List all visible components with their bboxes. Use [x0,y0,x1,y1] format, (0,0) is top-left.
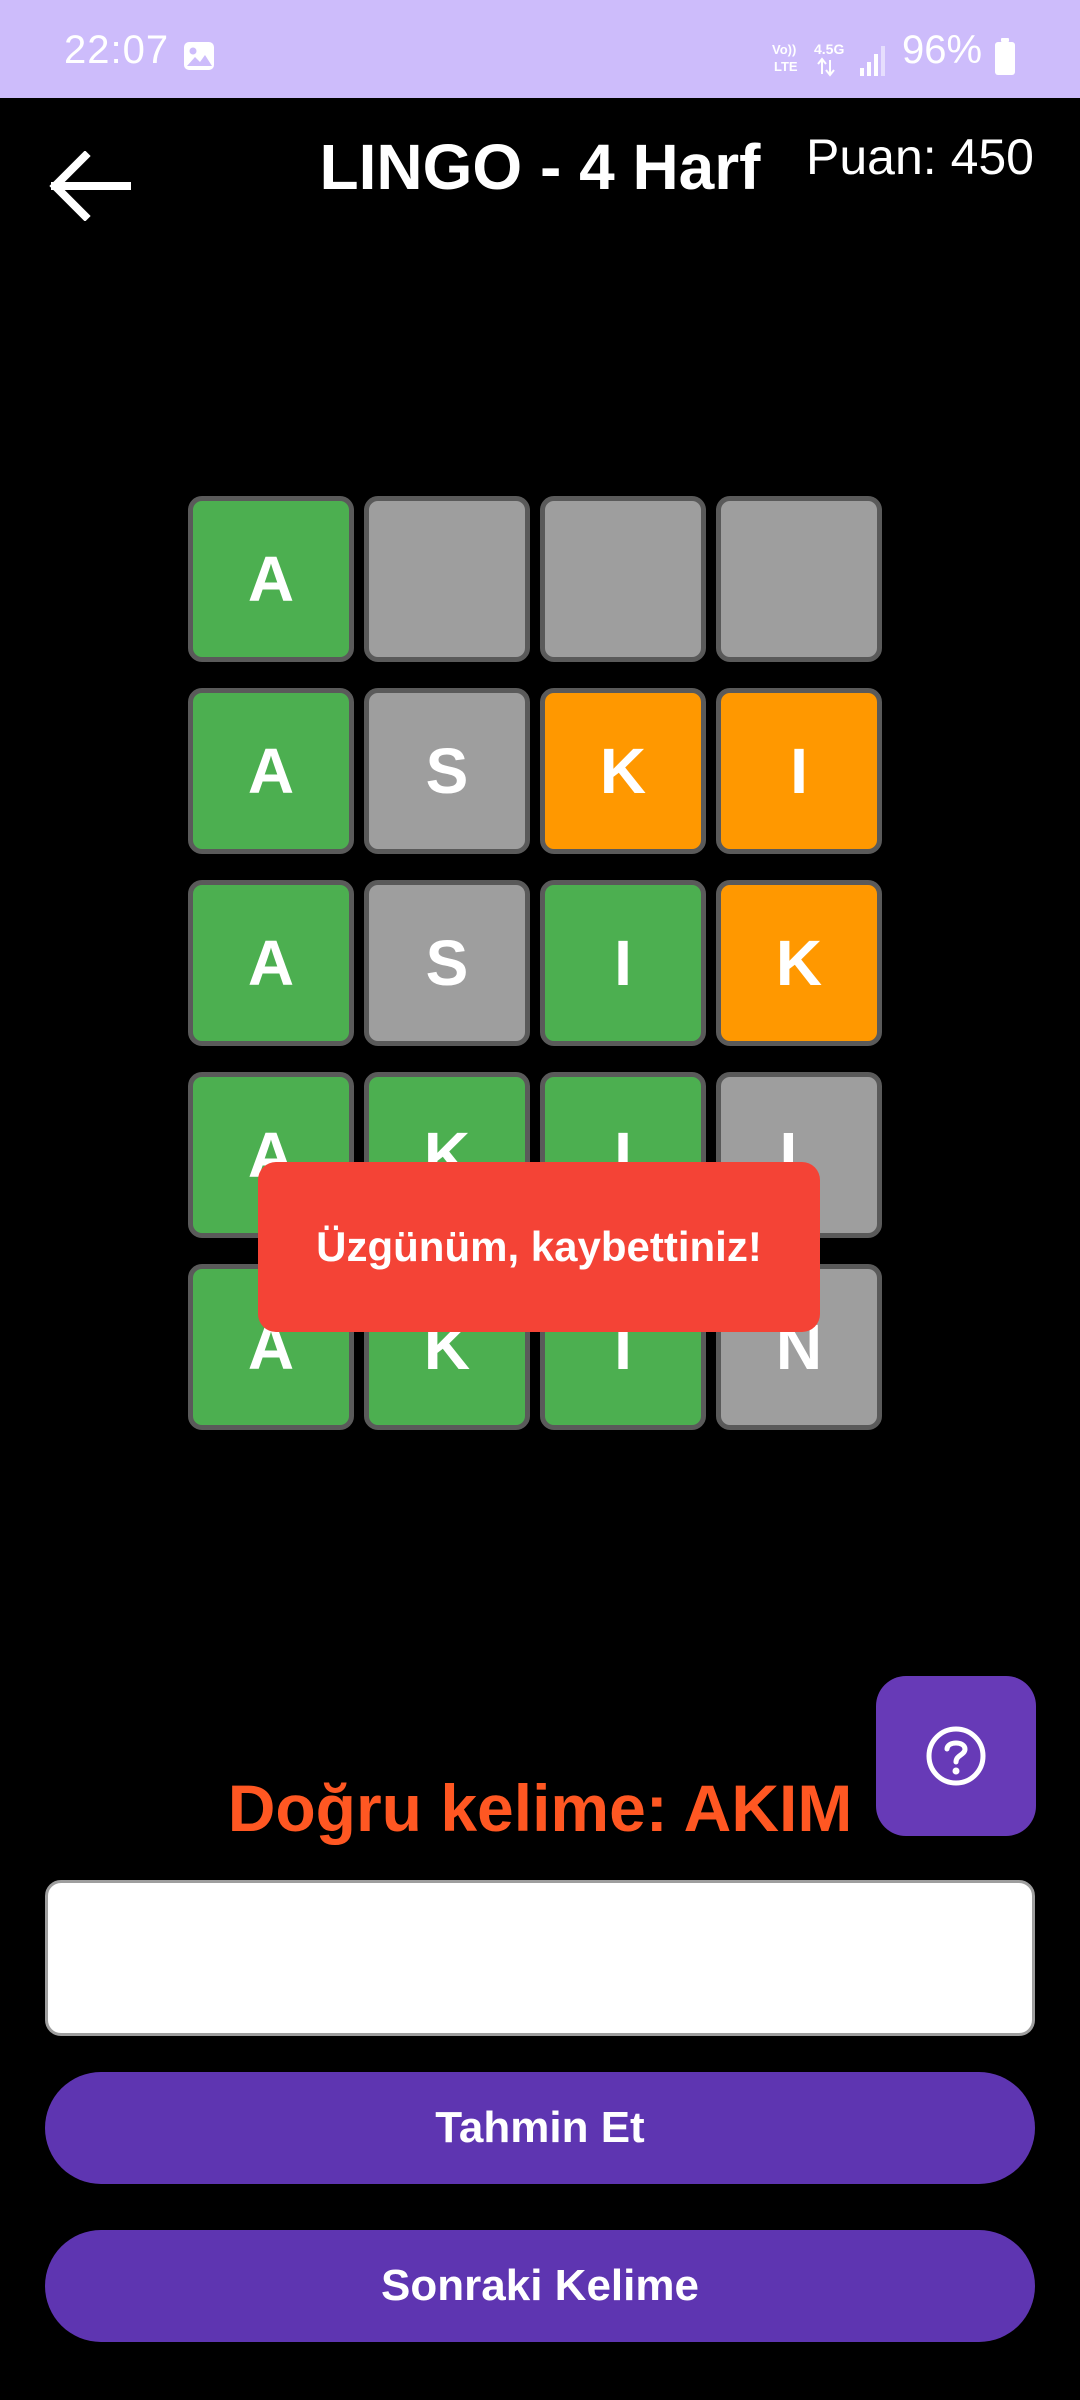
letter-tile [364,496,530,662]
lose-toast: Üzgünüm, kaybettiniz! [258,1162,820,1332]
letter-tile: A [188,688,354,854]
letter-tile: K [540,688,706,854]
letter-tile [716,496,882,662]
network-icons: Vo)) LTE 4.5G [772,41,885,77]
letter-tile: A [188,496,354,662]
svg-text:Vo)): Vo)) [772,42,796,57]
guess-button[interactable]: Tahmin Et [45,2072,1035,2184]
next-word-button[interactable]: Sonraki Kelime [45,2230,1035,2342]
letter-tile: S [364,880,530,1046]
toast-message: Üzgünüm, kaybettiniz! [316,1223,762,1270]
svg-text:4.5G: 4.5G [814,41,844,57]
letter-tile: I [716,688,882,854]
score-label: Puan: 450 [806,129,1034,185]
guess-button-label: Tahmin Et [435,2103,645,2152]
letter-tile: I [540,880,706,1046]
next-word-button-label: Sonraki Kelime [381,2261,699,2310]
gallery-icon [184,42,214,70]
letter-tile: A [188,880,354,1046]
letter-tile [540,496,706,662]
battery-percentage: 96% [902,28,983,72]
letter-tile: K [716,880,882,1046]
status-bar: 22:07 Vo)) LTE 4.5G 96% [0,0,1080,98]
correct-word-text: Doğru kelime: AKIM [227,1771,853,1845]
status-time: 22:07 [64,28,170,72]
svg-text:LTE: LTE [774,59,798,74]
guess-input[interactable] [45,1880,1035,2036]
letter-tile: S [364,688,530,854]
battery-icon [995,38,1015,75]
